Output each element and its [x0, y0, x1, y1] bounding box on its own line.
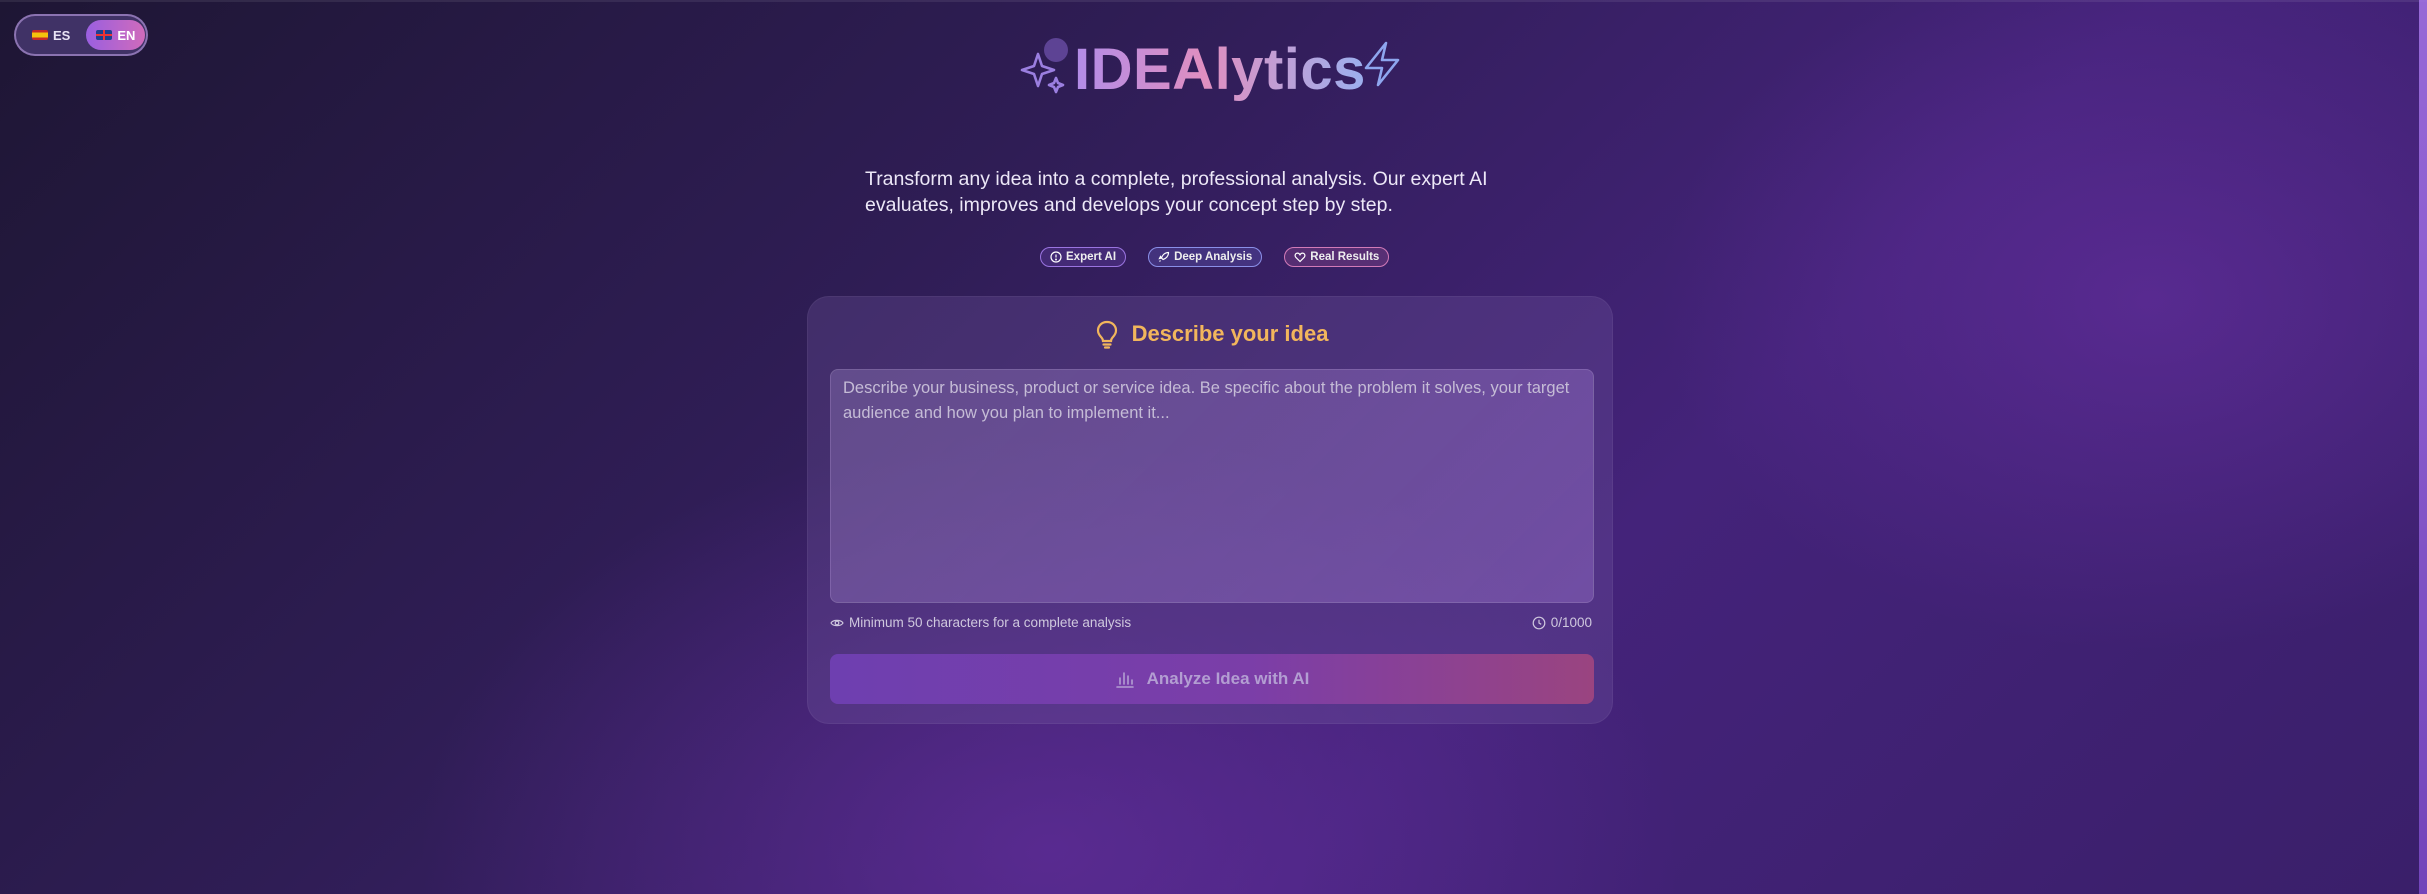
analyze-button-label: Analyze Idea with AI [1146, 669, 1310, 688]
char-counter: 0/1000 [1532, 615, 1592, 630]
heart-icon [1294, 252, 1306, 263]
rocket-icon [1158, 251, 1170, 262]
idea-card-header: Describe your idea [808, 319, 1614, 349]
lightbulb-icon [1096, 320, 1117, 349]
badge-real-results: Real Results [1284, 247, 1390, 267]
page-scrollbar[interactable] [2419, 0, 2427, 894]
analyze-idea-button[interactable]: Analyze Idea with AI [830, 654, 1594, 704]
idea-card: Describe your idea Minimum 50 characters… [807, 296, 1613, 724]
language-option-es[interactable]: ES [22, 20, 80, 50]
language-option-en[interactable]: EN [86, 20, 146, 50]
app-title: IDEAlytics [1074, 37, 1366, 102]
badge-deep-analysis: Deep Analysis [1148, 247, 1263, 267]
badge-label: Deep Analysis [1174, 251, 1253, 263]
window-top-edge [0, 0, 2427, 2]
badge-label: Expert AI [1066, 251, 1117, 263]
idea-input[interactable] [830, 369, 1594, 603]
uk-flag-icon [96, 30, 113, 40]
spain-flag-icon [32, 30, 48, 40]
language-switch: ES EN [14, 14, 148, 56]
app-header: IDEAlytics [1010, 30, 1430, 110]
app-tagline: Transform any idea into a complete, prof… [865, 168, 1488, 216]
char-count-text: 0/1000 [1550, 615, 1592, 630]
bar-chart-icon [1115, 672, 1134, 688]
feature-badges: Expert AI Deep Analysis Real Results [1040, 247, 1390, 267]
idea-card-title: Describe your idea [1131, 321, 1329, 346]
clock-icon [1532, 616, 1546, 629]
min-chars-hint: Minimum 50 characters for a complete ana… [830, 615, 1131, 630]
badge-label: Real Results [1310, 251, 1380, 263]
language-option-label: EN [117, 27, 136, 43]
lightning-icon [1364, 41, 1400, 87]
eye-icon [830, 619, 844, 626]
language-option-label: ES [53, 27, 71, 43]
info-circle-icon [1050, 251, 1062, 263]
badge-expert-ai: Expert AI [1040, 247, 1127, 267]
decorative-dot [1044, 38, 1068, 62]
hint-text: Minimum 50 characters for a complete ana… [849, 615, 1132, 630]
